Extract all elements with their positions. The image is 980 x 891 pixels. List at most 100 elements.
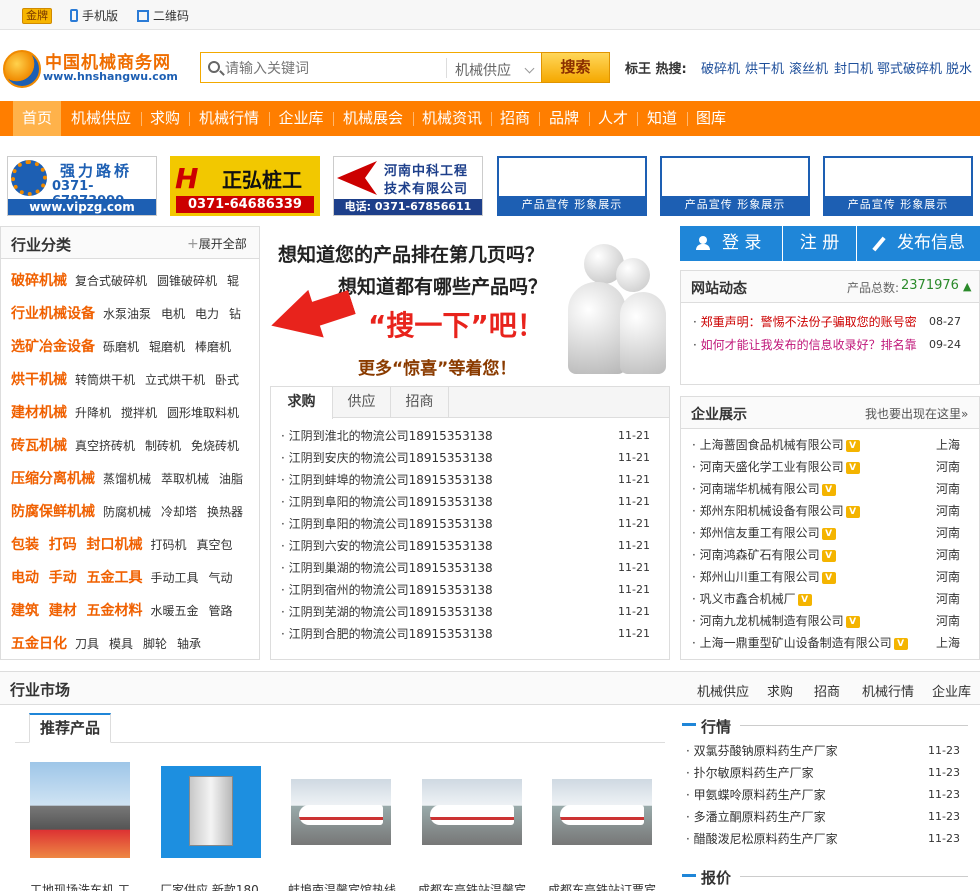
category-sub[interactable]: 钻 [229,307,241,321]
nav-brand[interactable]: 品牌 [540,101,588,136]
category-main[interactable]: 破碎机械 [11,273,67,289]
product-image[interactable] [30,762,130,858]
nav-news[interactable]: 机械资讯 [414,101,490,136]
company-item[interactable]: · 河南天盛化学工业有限公司 V 河南 [692,458,970,480]
category-sub[interactable]: 打码机 [151,538,187,552]
promo-banner[interactable]: 想知道您的产品排在第几页吗？ 想知道都有哪些产品吗？ “搜一下”吧！ 更多“惊喜… [268,226,670,376]
category-sub[interactable]: 真空包 [197,538,233,552]
category-sub[interactable]: 刀具 [75,637,99,651]
category-sub[interactable]: 手动工具 [151,571,199,585]
category-sub[interactable]: 管路 [209,604,233,618]
ad-qiangli[interactable]: 强力路桥 0371-67873999 www.vipzg.com [7,156,157,216]
list-item[interactable]: · 江阴到阜阳的物流公司18915353138 11-21 [281,493,661,515]
category-sub[interactable]: 电机 [161,307,185,321]
category-main[interactable]: 建材机械 [11,405,67,421]
nav-gallery[interactable]: 图库 [688,101,734,136]
category-sub[interactable]: 升降机 [75,406,111,420]
register-button[interactable]: 注 册 [783,226,856,261]
hot-term[interactable]: 滚丝机 [789,58,828,77]
product-image[interactable] [422,779,522,845]
nav-expo[interactable]: 机械展会 [334,101,412,136]
company-item[interactable]: · 郑州信友重工有限公司 V 河南 [692,524,970,546]
company-item[interactable]: · 河南鸿森矿石有限公司 V 河南 [692,546,970,568]
product-caption[interactable]: 工地现场洗车机 工 [30,881,150,891]
list-item[interactable]: · 江阴到芜湖的物流公司18915353138 11-21 [281,603,661,625]
tab-recommended[interactable]: 推荐产品 [29,713,111,743]
company-item[interactable]: · 巩义市鑫合机械厂 V 河南 [692,590,970,612]
company-item[interactable]: · 河南九龙机械制造有限公司 V 河南 [692,612,970,634]
product-caption[interactable]: 成都东高铁站温馨宾 [418,881,538,891]
category-sub[interactable]: 卧式 [215,373,239,387]
search-category-select[interactable]: 机械供应 [455,60,511,80]
quote-item[interactable]: · 甲氨蝶呤原料药生产厂家 11-23 [686,786,970,808]
tab-supply[interactable]: 供应 [333,387,391,418]
nav-home[interactable]: 首页 [13,101,61,136]
list-item[interactable]: · 江阴到阜阳的物流公司18915353138 11-21 [281,515,661,537]
hot-term[interactable]: 封口机 [834,58,873,77]
quote-item[interactable]: · 醋酸泼尼松原料药生产厂家 11-23 [686,830,970,852]
quote-item[interactable]: · 双氯芬酸钠原料药生产厂家 11-23 [686,742,970,764]
ad-slot-empty[interactable]: 产品宣传 形象展示 [660,156,810,216]
product-image[interactable] [291,779,391,845]
list-item[interactable]: · 江阴到安庆的物流公司18915353138 11-21 [281,449,661,471]
news-item[interactable]: · 郑重声明：警惕不法份子骗取您的账号密 [693,313,917,330]
mobile-link[interactable]: 手机版 [70,7,118,24]
ad-slot-empty[interactable]: 产品宣传 形象展示 [823,156,973,216]
company-item[interactable]: · 上海蔷固食品机械有限公司 V 上海 [692,436,970,458]
quote-item[interactable]: · 多潘立酮原料药生产厂家 11-23 [686,808,970,830]
hot-term[interactable]: 破碎机 [701,58,740,77]
tab-invest[interactable]: 招商 [391,387,449,418]
nav-talent[interactable]: 人才 [590,101,636,136]
nav-market-trend[interactable]: 机械行情 [190,101,268,136]
category-sub[interactable]: 辊磨机 [149,340,185,354]
market-link[interactable]: 招商 [814,681,840,700]
market-link[interactable]: 机械行情 [862,681,914,700]
tab-buy[interactable]: 求购 [271,387,333,419]
category-main[interactable]: 建筑 建材 五金材料 [11,603,143,619]
category-sub[interactable]: 真空挤砖机 [75,439,135,453]
category-sub[interactable]: 转筒烘干机 [75,373,135,387]
category-sub[interactable]: 棒磨机 [195,340,231,354]
category-main[interactable]: 烘干机械 [11,372,67,388]
search-button[interactable]: 搜索 [541,52,610,83]
category-main[interactable]: 压缩分离机械 [11,471,95,487]
category-main[interactable]: 电动 手动 五金工具 [11,570,143,586]
qrcode-link[interactable]: 二维码 [137,7,189,24]
category-sub[interactable]: 模具 [109,637,133,651]
ad-zhongke[interactable]: 河南中科工程 技术有限公司 电话: 0371-67856611 [333,156,483,216]
category-sub[interactable]: 砾磨机 [103,340,139,354]
category-sub[interactable]: 水暖五金 [151,604,199,618]
category-sub[interactable]: 辊 [227,274,239,288]
search-input[interactable] [225,55,440,81]
category-sub[interactable]: 防腐机械 [103,505,151,519]
publish-button[interactable]: 发布信息 [857,226,980,261]
category-sub[interactable]: 搅拌机 [121,406,157,420]
nav-know[interactable]: 知道 [638,101,686,136]
category-sub[interactable]: 免烧砖机 [191,439,239,453]
gold-badge[interactable]: 金牌 [22,8,52,24]
company-item[interactable]: · 郑州山川重工有限公司 V 河南 [692,568,970,590]
join-showcase-link[interactable]: 我也要出现在这里» [865,405,968,422]
product-caption[interactable]: 蚌埠南温馨宾馆热线 [288,881,408,891]
list-item[interactable]: · 江阴到淮北的物流公司18915353138 11-21 [281,427,661,449]
category-sub[interactable]: 复合式破碎机 [75,274,147,288]
site-logo[interactable]: 中国机械商务网 www.hnshangwu.com [3,48,183,94]
product-image[interactable] [552,779,652,845]
category-sub[interactable]: 蒸馏机械 [103,472,151,486]
hot-term[interactable]: 脱水 [946,58,972,77]
category-main[interactable]: 包装 打码 封口机械 [11,537,143,553]
quote-item[interactable]: · 扑尔敏原料药生产厂家 11-23 [686,764,970,786]
category-main[interactable]: 五金日化 [11,636,67,652]
category-main[interactable]: 防腐保鲜机械 [11,504,95,520]
expand-all-link[interactable]: +展开全部 [187,235,247,252]
ad-slot-empty[interactable]: 产品宣传 形象展示 [497,156,647,216]
category-sub[interactable]: 换热器 [207,505,243,519]
category-sub[interactable]: 圆形堆取料机 [167,406,239,420]
list-item[interactable]: · 江阴到巢湖的物流公司18915353138 11-21 [281,559,661,581]
category-sub[interactable]: 气动 [209,571,233,585]
hot-term[interactable]: 鄂式破碎机 [877,58,942,77]
category-sub[interactable]: 萃取机械 [161,472,209,486]
category-main[interactable]: 砖瓦机械 [11,438,67,454]
category-sub[interactable]: 水泵油泵 [103,307,151,321]
nav-buy[interactable]: 求购 [142,101,188,136]
